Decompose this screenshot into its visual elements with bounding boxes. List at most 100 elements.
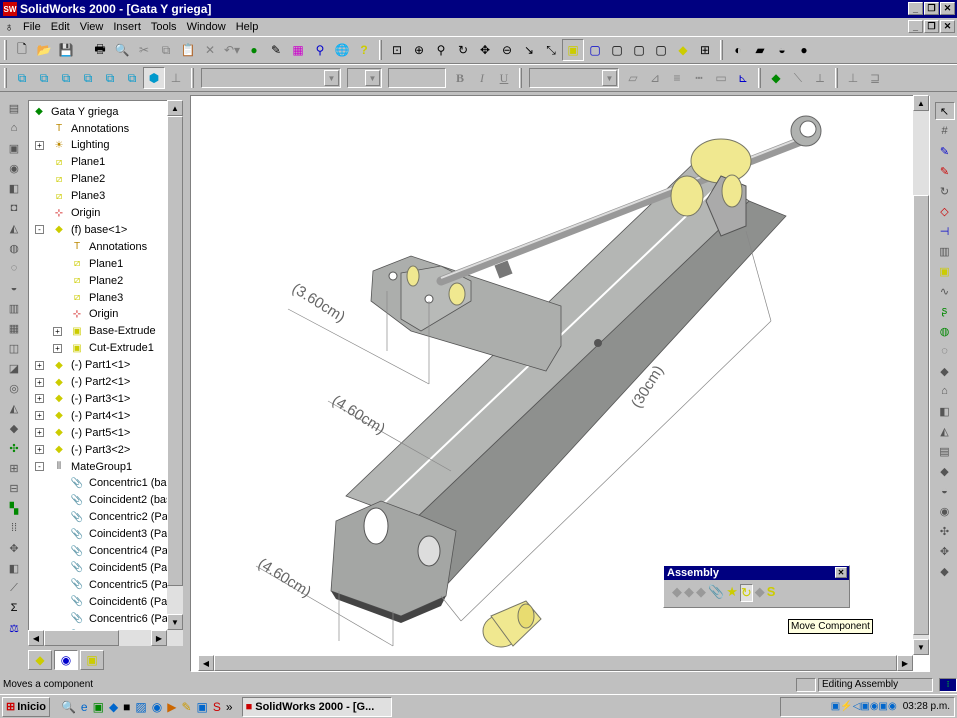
clock[interactable]: 03:28 p.m. (903, 701, 950, 712)
rotate-component-icon[interactable]: ◆ (755, 584, 765, 602)
hide-component-icon[interactable]: ◆ (684, 584, 694, 602)
section-icon[interactable]: ▢ (650, 39, 672, 61)
quicklaunch-overflow[interactable]: » (226, 700, 233, 714)
tool-icon[interactable]: ◆ (935, 462, 955, 480)
scroll-up-button[interactable]: ▲ (913, 95, 929, 111)
view-back-icon[interactable]: ⧉ (33, 67, 55, 89)
zoom-area-icon[interactable]: ⊕ (408, 39, 430, 61)
quicklaunch-icon[interactable]: ▣ (93, 700, 104, 714)
expand-icon[interactable]: + (53, 326, 62, 336)
tree-item[interactable]: ⧄ Plane1 (69, 255, 123, 272)
zoom-selection-icon[interactable]: ⊖ (496, 39, 518, 61)
tool-icon[interactable]: ▤ (4, 99, 24, 117)
scroll-left-button[interactable]: ◀ (28, 630, 44, 646)
tool-icon[interactable]: ✥ (4, 539, 24, 557)
tool-icon[interactable]: ◎ (4, 379, 24, 397)
sketch-relations-icon[interactable]: ◆ (765, 67, 787, 89)
tool-icon[interactable]: ◘ (4, 199, 24, 217)
tree-item[interactable]: ⧄ Plane3 (69, 289, 123, 306)
layer-icon[interactable]: ▱ (622, 67, 644, 89)
measure-icon[interactable]: ⤡ (540, 39, 562, 61)
tree-vertical-scrollbar[interactable]: ▲ ▼ (167, 100, 183, 630)
tree-item[interactable]: ⫴ MateGroup1 (51, 458, 132, 475)
tool-icon[interactable]: ◆ (4, 419, 24, 437)
collapse-icon[interactable]: - (35, 462, 44, 471)
hidden-lines-icon[interactable]: ▢ (584, 39, 606, 61)
tree-item[interactable]: ⧄ Plane1 (51, 154, 105, 171)
property-manager-tab[interactable]: ◉ (54, 650, 78, 670)
tool-icon[interactable]: ⌂ (4, 119, 24, 137)
view-orientation-icon[interactable]: ◐ (727, 39, 749, 61)
extrude-icon[interactable]: ▣ (935, 262, 955, 280)
paste-icon[interactable]: 📋 (177, 39, 199, 61)
expand-icon[interactable]: + (35, 394, 44, 404)
3d-sketch-icon[interactable]: ✎ (935, 162, 955, 180)
tool-icon[interactable]: ⁞⁞ (4, 519, 24, 537)
scroll-thumb[interactable] (913, 195, 929, 635)
menu-tools[interactable]: Tools (146, 21, 182, 33)
cut-icon[interactable]: ✂ (133, 39, 155, 61)
tool-icon[interactable]: ◒ (4, 279, 24, 297)
menu-window[interactable]: Window (182, 21, 231, 33)
line-style-icon[interactable]: ┅ (688, 67, 710, 89)
pan-icon[interactable]: ✥ (474, 39, 496, 61)
edit-color-icon[interactable]: ✎ (265, 39, 287, 61)
font-combo[interactable]: ▼ (201, 68, 341, 88)
balance-icon[interactable]: ⚖ (4, 619, 24, 637)
zoom-fit-icon[interactable]: ⊡ (386, 39, 408, 61)
note-icon[interactable]: ⊒ (864, 67, 886, 89)
tray-icons[interactable]: ▣⚡◁▣◉▣◉ (831, 701, 897, 712)
normal-to-icon[interactable]: ⊥ (165, 67, 187, 89)
quicklaunch-icon[interactable]: ◆ (109, 700, 118, 714)
tool-icon[interactable]: ⊞ (4, 459, 24, 477)
shaded-icon[interactable]: ▢ (628, 39, 650, 61)
tool-icon[interactable]: ✣ (935, 522, 955, 540)
doc-restore-button[interactable]: ❐ (924, 20, 939, 33)
tool-icon[interactable]: ◒ (935, 482, 955, 500)
tree-item[interactable]: T Annotations (51, 120, 129, 137)
close-icon[interactable]: ✕ (835, 567, 847, 578)
open-icon[interactable]: 📂 (33, 39, 55, 61)
bold-button[interactable]: B (449, 67, 471, 89)
quicklaunch-solidworks-icon[interactable]: S (213, 700, 221, 714)
taskbar-task-solidworks[interactable]: ■ SolidWorks 2000 - [G... (241, 696, 392, 717)
quicklaunch-icon[interactable]: ◉ (152, 700, 162, 714)
tool-icon[interactable]: ⊟ (4, 479, 24, 497)
tool-icon[interactable]: ◧ (4, 179, 24, 197)
tree-item[interactable]: ▣ Base-Extrude (69, 323, 155, 340)
tool-icon[interactable]: ⟋ (4, 579, 24, 597)
tree-item[interactable]: ☀ Lighting (51, 137, 110, 154)
tool-icon[interactable]: ◍ (4, 239, 24, 257)
color-display-icon[interactable]: ⊾ (732, 67, 754, 89)
expand-icon[interactable]: + (35, 377, 44, 387)
tree-item[interactable]: ◆ (-) Part5<1> (51, 424, 130, 441)
line-color-icon[interactable]: ⊿ (644, 67, 666, 89)
quicklaunch-icon[interactable]: ▣ (197, 700, 208, 714)
underline-button[interactable]: U (493, 67, 515, 89)
rotate-view-icon[interactable]: ↻ (452, 39, 474, 61)
tool-icon[interactable]: ▥ (4, 299, 24, 317)
collapse-icon[interactable]: - (35, 225, 44, 235)
tree-item[interactable]: 📎 Concentric5 (Part1 (69, 576, 181, 593)
layer-combo[interactable]: ▼ (529, 68, 619, 88)
new-icon[interactable]: 🗋 (11, 39, 33, 61)
tree-item[interactable]: ◆ (-) Part1<1> (51, 357, 130, 374)
tree-item[interactable]: 📎 Coincident2 (base- (69, 492, 182, 509)
sweep-icon[interactable]: ◌ (935, 342, 955, 360)
web-icon[interactable]: 🌐 (331, 39, 353, 61)
quicklaunch-media-icon[interactable]: ▶ (167, 700, 176, 714)
menu-help[interactable]: Help (231, 21, 264, 33)
tree-item[interactable]: 📎 Coincident5 (Part2 (69, 559, 180, 576)
tool-icon[interactable]: ◆ (935, 562, 955, 580)
insert-component-icon[interactable]: ◆ (672, 584, 682, 602)
print-preview-icon[interactable]: 🔍 (111, 39, 133, 61)
smart-dimension-icon[interactable]: ◇ (935, 202, 955, 220)
suppress-component-icon[interactable]: ◆ (696, 584, 706, 602)
tree-item[interactable]: ◆ (-) Part3<2> (51, 441, 130, 458)
close-button[interactable]: ✕ (940, 2, 955, 15)
view-right-icon[interactable]: ⧉ (77, 67, 99, 89)
size-combo[interactable]: ▼ (347, 68, 382, 88)
minimize-button[interactable]: _ (908, 2, 923, 15)
line-thickness-icon[interactable]: ≡ (666, 67, 688, 89)
configuration-manager-tab[interactable]: ▣ (80, 650, 104, 670)
